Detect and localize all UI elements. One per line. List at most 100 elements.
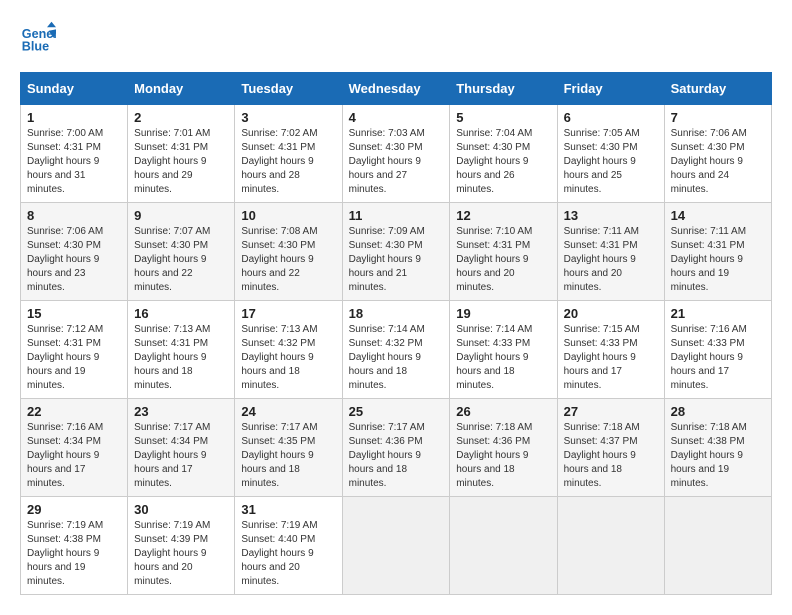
day-number: 28: [671, 404, 765, 419]
logo-icon: General Blue: [20, 20, 56, 56]
day-info: Sunrise: 7:05 AM Sunset: 4:30 PM Dayligh…: [564, 127, 658, 197]
day-number: 30: [134, 502, 228, 517]
day-number: 23: [134, 404, 228, 419]
calendar-cell: 21 Sunrise: 7:16 AM Sunset: 4:33 PM Dayl…: [664, 301, 771, 399]
day-header-friday: Friday: [557, 73, 664, 105]
day-info: Sunrise: 7:19 AM Sunset: 4:39 PM Dayligh…: [134, 519, 228, 589]
calendar-cell: 22 Sunrise: 7:16 AM Sunset: 4:34 PM Dayl…: [21, 399, 128, 497]
calendar-cell: 6 Sunrise: 7:05 AM Sunset: 4:30 PM Dayli…: [557, 105, 664, 203]
day-info: Sunrise: 7:06 AM Sunset: 4:30 PM Dayligh…: [671, 127, 765, 197]
calendar-cell: 17 Sunrise: 7:13 AM Sunset: 4:32 PM Dayl…: [235, 301, 342, 399]
day-number: 1: [27, 110, 121, 125]
calendar-cell: 3 Sunrise: 7:02 AM Sunset: 4:31 PM Dayli…: [235, 105, 342, 203]
calendar-cell: [664, 497, 771, 595]
day-info: Sunrise: 7:11 AM Sunset: 4:31 PM Dayligh…: [564, 225, 658, 295]
calendar-table: SundayMondayTuesdayWednesdayThursdayFrid…: [20, 72, 772, 595]
day-number: 11: [349, 208, 444, 223]
day-info: Sunrise: 7:16 AM Sunset: 4:33 PM Dayligh…: [671, 323, 765, 393]
calendar-cell: 29 Sunrise: 7:19 AM Sunset: 4:38 PM Dayl…: [21, 497, 128, 595]
day-number: 31: [241, 502, 335, 517]
calendar-cell: 23 Sunrise: 7:17 AM Sunset: 4:34 PM Dayl…: [128, 399, 235, 497]
day-number: 19: [456, 306, 550, 321]
day-info: Sunrise: 7:18 AM Sunset: 4:37 PM Dayligh…: [564, 421, 658, 491]
calendar-cell: 10 Sunrise: 7:08 AM Sunset: 4:30 PM Dayl…: [235, 203, 342, 301]
day-info: Sunrise: 7:06 AM Sunset: 4:30 PM Dayligh…: [27, 225, 121, 295]
day-header-monday: Monday: [128, 73, 235, 105]
day-number: 7: [671, 110, 765, 125]
day-number: 14: [671, 208, 765, 223]
calendar-cell: 14 Sunrise: 7:11 AM Sunset: 4:31 PM Dayl…: [664, 203, 771, 301]
day-info: Sunrise: 7:18 AM Sunset: 4:36 PM Dayligh…: [456, 421, 550, 491]
logo: General Blue: [20, 20, 62, 56]
calendar-cell: 31 Sunrise: 7:19 AM Sunset: 4:40 PM Dayl…: [235, 497, 342, 595]
calendar-header-row: SundayMondayTuesdayWednesdayThursdayFrid…: [21, 73, 772, 105]
calendar-cell: 25 Sunrise: 7:17 AM Sunset: 4:36 PM Dayl…: [342, 399, 450, 497]
day-info: Sunrise: 7:17 AM Sunset: 4:34 PM Dayligh…: [134, 421, 228, 491]
day-number: 16: [134, 306, 228, 321]
day-header-saturday: Saturday: [664, 73, 771, 105]
calendar-cell: 28 Sunrise: 7:18 AM Sunset: 4:38 PM Dayl…: [664, 399, 771, 497]
calendar-cell: 1 Sunrise: 7:00 AM Sunset: 4:31 PM Dayli…: [21, 105, 128, 203]
day-number: 18: [349, 306, 444, 321]
day-number: 4: [349, 110, 444, 125]
calendar-cell: 19 Sunrise: 7:14 AM Sunset: 4:33 PM Dayl…: [450, 301, 557, 399]
calendar-cell: 8 Sunrise: 7:06 AM Sunset: 4:30 PM Dayli…: [21, 203, 128, 301]
day-header-tuesday: Tuesday: [235, 73, 342, 105]
day-header-wednesday: Wednesday: [342, 73, 450, 105]
day-info: Sunrise: 7:16 AM Sunset: 4:34 PM Dayligh…: [27, 421, 121, 491]
day-info: Sunrise: 7:10 AM Sunset: 4:31 PM Dayligh…: [456, 225, 550, 295]
day-number: 8: [27, 208, 121, 223]
calendar-cell: 15 Sunrise: 7:12 AM Sunset: 4:31 PM Dayl…: [21, 301, 128, 399]
calendar-cell: 20 Sunrise: 7:15 AM Sunset: 4:33 PM Dayl…: [557, 301, 664, 399]
day-info: Sunrise: 7:12 AM Sunset: 4:31 PM Dayligh…: [27, 323, 121, 393]
calendar-cell: 18 Sunrise: 7:14 AM Sunset: 4:32 PM Dayl…: [342, 301, 450, 399]
day-info: Sunrise: 7:07 AM Sunset: 4:30 PM Dayligh…: [134, 225, 228, 295]
calendar-cell: 26 Sunrise: 7:18 AM Sunset: 4:36 PM Dayl…: [450, 399, 557, 497]
calendar-cell: 30 Sunrise: 7:19 AM Sunset: 4:39 PM Dayl…: [128, 497, 235, 595]
day-number: 6: [564, 110, 658, 125]
calendar-cell: 12 Sunrise: 7:10 AM Sunset: 4:31 PM Dayl…: [450, 203, 557, 301]
day-number: 10: [241, 208, 335, 223]
calendar-cell: 13 Sunrise: 7:11 AM Sunset: 4:31 PM Dayl…: [557, 203, 664, 301]
day-info: Sunrise: 7:11 AM Sunset: 4:31 PM Dayligh…: [671, 225, 765, 295]
day-number: 21: [671, 306, 765, 321]
day-number: 17: [241, 306, 335, 321]
day-number: 12: [456, 208, 550, 223]
day-info: Sunrise: 7:09 AM Sunset: 4:30 PM Dayligh…: [349, 225, 444, 295]
day-number: 5: [456, 110, 550, 125]
day-info: Sunrise: 7:02 AM Sunset: 4:31 PM Dayligh…: [241, 127, 335, 197]
day-info: Sunrise: 7:19 AM Sunset: 4:40 PM Dayligh…: [241, 519, 335, 589]
day-info: Sunrise: 7:13 AM Sunset: 4:32 PM Dayligh…: [241, 323, 335, 393]
day-info: Sunrise: 7:01 AM Sunset: 4:31 PM Dayligh…: [134, 127, 228, 197]
day-number: 3: [241, 110, 335, 125]
page-header: General Blue: [20, 20, 772, 56]
day-number: 29: [27, 502, 121, 517]
calendar-cell: 11 Sunrise: 7:09 AM Sunset: 4:30 PM Dayl…: [342, 203, 450, 301]
calendar-cell: [557, 497, 664, 595]
calendar-cell: 16 Sunrise: 7:13 AM Sunset: 4:31 PM Dayl…: [128, 301, 235, 399]
calendar-cell: 9 Sunrise: 7:07 AM Sunset: 4:30 PM Dayli…: [128, 203, 235, 301]
day-info: Sunrise: 7:14 AM Sunset: 4:32 PM Dayligh…: [349, 323, 444, 393]
day-number: 20: [564, 306, 658, 321]
day-number: 13: [564, 208, 658, 223]
day-info: Sunrise: 7:03 AM Sunset: 4:30 PM Dayligh…: [349, 127, 444, 197]
day-number: 22: [27, 404, 121, 419]
day-info: Sunrise: 7:19 AM Sunset: 4:38 PM Dayligh…: [27, 519, 121, 589]
day-number: 27: [564, 404, 658, 419]
day-info: Sunrise: 7:18 AM Sunset: 4:38 PM Dayligh…: [671, 421, 765, 491]
day-info: Sunrise: 7:15 AM Sunset: 4:33 PM Dayligh…: [564, 323, 658, 393]
day-header-sunday: Sunday: [21, 73, 128, 105]
day-number: 24: [241, 404, 335, 419]
day-info: Sunrise: 7:04 AM Sunset: 4:30 PM Dayligh…: [456, 127, 550, 197]
day-number: 2: [134, 110, 228, 125]
day-info: Sunrise: 7:13 AM Sunset: 4:31 PM Dayligh…: [134, 323, 228, 393]
day-info: Sunrise: 7:17 AM Sunset: 4:35 PM Dayligh…: [241, 421, 335, 491]
svg-text:Blue: Blue: [22, 40, 49, 54]
calendar-cell: 2 Sunrise: 7:01 AM Sunset: 4:31 PM Dayli…: [128, 105, 235, 203]
calendar-cell: 7 Sunrise: 7:06 AM Sunset: 4:30 PM Dayli…: [664, 105, 771, 203]
day-number: 25: [349, 404, 444, 419]
calendar-cell: [450, 497, 557, 595]
day-info: Sunrise: 7:00 AM Sunset: 4:31 PM Dayligh…: [27, 127, 121, 197]
day-info: Sunrise: 7:14 AM Sunset: 4:33 PM Dayligh…: [456, 323, 550, 393]
calendar-cell: [342, 497, 450, 595]
